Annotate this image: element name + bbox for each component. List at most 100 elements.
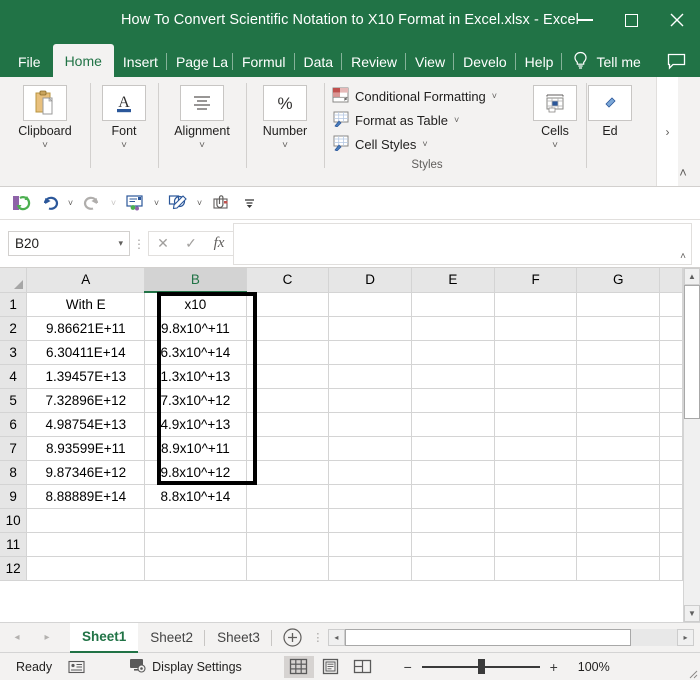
cell-e3[interactable]	[411, 340, 495, 365]
chevron-down-icon[interactable]: ▾	[118, 238, 123, 249]
cell-g3[interactable]	[576, 340, 661, 365]
cell-f6[interactable]	[494, 412, 578, 437]
tell-me-search[interactable]: Tell me	[572, 46, 641, 77]
cell-h6[interactable]	[659, 412, 683, 437]
cell-d8[interactable]	[328, 460, 413, 485]
cell-h9[interactable]	[659, 484, 683, 509]
cell-g9[interactable]	[576, 484, 661, 509]
cell-f12[interactable]	[494, 556, 578, 581]
column-header-partial[interactable]	[659, 268, 683, 293]
autosave-icon[interactable]	[8, 191, 34, 216]
cell-d11[interactable]	[328, 532, 413, 557]
cell-e11[interactable]	[411, 532, 495, 557]
collapse-ribbon-button[interactable]: ˄	[672, 162, 694, 182]
cell-d2[interactable]	[328, 316, 413, 341]
select-all-corner[interactable]	[0, 268, 28, 293]
name-box-resize-handle[interactable]: ⋮	[130, 231, 148, 256]
attach-icon[interactable]	[208, 191, 234, 216]
zoom-out-button[interactable]: −	[402, 659, 414, 675]
resize-grip[interactable]	[686, 667, 698, 679]
cell-h7[interactable]	[659, 436, 683, 461]
cell-a10[interactable]	[26, 508, 146, 533]
name-box[interactable]: B20 ▾	[8, 231, 130, 256]
row-header[interactable]: 12	[0, 556, 28, 581]
cell-a12[interactable]	[26, 556, 146, 581]
row-header[interactable]: 6	[0, 412, 28, 437]
enter-icon[interactable]: ✓	[177, 231, 205, 256]
cell-e2[interactable]	[411, 316, 495, 341]
cell-a6[interactable]: 4.98754E+13	[26, 412, 146, 437]
cell-b9[interactable]: 8.8x10^+14	[144, 484, 247, 509]
cell-g6[interactable]	[576, 412, 661, 437]
ribbon-group-alignment[interactable]: Alignment ˅	[158, 77, 246, 186]
add-sheet-button[interactable]	[280, 623, 306, 653]
row-header[interactable]: 2	[0, 316, 28, 341]
cell-f9[interactable]	[494, 484, 578, 509]
page-layout-view-button[interactable]	[316, 656, 346, 678]
scroll-down-button[interactable]: ▼	[684, 605, 700, 622]
cell-c2[interactable]	[246, 316, 330, 341]
cancel-icon[interactable]: ✕	[149, 231, 177, 256]
display-settings-button[interactable]: Display Settings	[129, 657, 242, 676]
row-header[interactable]: 10	[0, 508, 28, 533]
cell-c3[interactable]	[246, 340, 330, 365]
tab-page-layout[interactable]: Page La	[167, 46, 233, 77]
cell-f1[interactable]	[494, 292, 578, 317]
tab-home[interactable]: Home	[52, 44, 114, 77]
cell-a2[interactable]: 9.86621E+11	[26, 316, 146, 341]
cell-h2[interactable]	[659, 316, 683, 341]
sheet-overflow-handle[interactable]: ⋮	[310, 631, 326, 644]
sheet-tab-sheet2[interactable]: Sheet2	[138, 623, 206, 653]
cell-a3[interactable]: 6.30411E+14	[26, 340, 146, 365]
tab-review[interactable]: Review	[342, 46, 406, 77]
cell-e9[interactable]	[411, 484, 495, 509]
cell-b1[interactable]: x10	[144, 292, 247, 317]
cell-a8[interactable]: 9.87346E+12	[26, 460, 146, 485]
cell-c8[interactable]	[246, 460, 330, 485]
hscroll-right-button[interactable]: ▸	[677, 629, 694, 646]
cell-g12[interactable]	[576, 556, 661, 581]
cell-c10[interactable]	[246, 508, 330, 533]
cell-f3[interactable]	[494, 340, 578, 365]
cell-e4[interactable]	[411, 364, 495, 389]
cell-g5[interactable]	[576, 388, 661, 413]
cell-g10[interactable]	[576, 508, 661, 533]
cell-b10[interactable]	[144, 508, 247, 533]
row-header[interactable]: 7	[0, 436, 28, 461]
cell-d9[interactable]	[328, 484, 413, 509]
row-header[interactable]: 9	[0, 484, 28, 509]
cell-d6[interactable]	[328, 412, 413, 437]
cell-c9[interactable]	[246, 484, 330, 509]
cell-g7[interactable]	[576, 436, 661, 461]
cell-a11[interactable]	[26, 532, 146, 557]
close-button[interactable]	[654, 0, 700, 40]
cell-h3[interactable]	[659, 340, 683, 365]
zoom-slider-thumb[interactable]	[478, 659, 486, 674]
cell-f2[interactable]	[494, 316, 578, 341]
row-header[interactable]: 1	[0, 292, 28, 317]
next-sheet-icon[interactable]: ▸	[36, 626, 58, 650]
cell-a7[interactable]: 8.93599E+11	[26, 436, 146, 461]
comment-icon[interactable]	[667, 46, 686, 77]
cell-h4[interactable]	[659, 364, 683, 389]
column-header-f[interactable]: F	[494, 268, 578, 293]
cell-d4[interactable]	[328, 364, 413, 389]
share-icon[interactable]	[122, 191, 148, 216]
cell-h12[interactable]	[659, 556, 683, 581]
zoom-in-button[interactable]: +	[548, 659, 560, 675]
cell-c4[interactable]	[246, 364, 330, 389]
cell-c6[interactable]	[246, 412, 330, 437]
row-header[interactable]: 3	[0, 340, 28, 365]
cell-e1[interactable]	[411, 292, 495, 317]
cell-b8[interactable]: 9.8x10^+12	[144, 460, 247, 485]
sheet-tab-sheet3[interactable]: Sheet3	[205, 623, 272, 653]
cell-b6[interactable]: 4.9x10^+13	[144, 412, 247, 437]
format-as-table-button[interactable]: Format as Table ˅	[330, 108, 524, 132]
conditional-formatting-button[interactable]: ≠ Conditional Formatting ˅	[330, 84, 524, 108]
cell-e12[interactable]	[411, 556, 495, 581]
cell-c1[interactable]	[246, 292, 330, 317]
cell-b3[interactable]: 6.3x10^+14	[144, 340, 247, 365]
cell-e6[interactable]	[411, 412, 495, 437]
cell-e10[interactable]	[411, 508, 495, 533]
cell-c7[interactable]	[246, 436, 330, 461]
